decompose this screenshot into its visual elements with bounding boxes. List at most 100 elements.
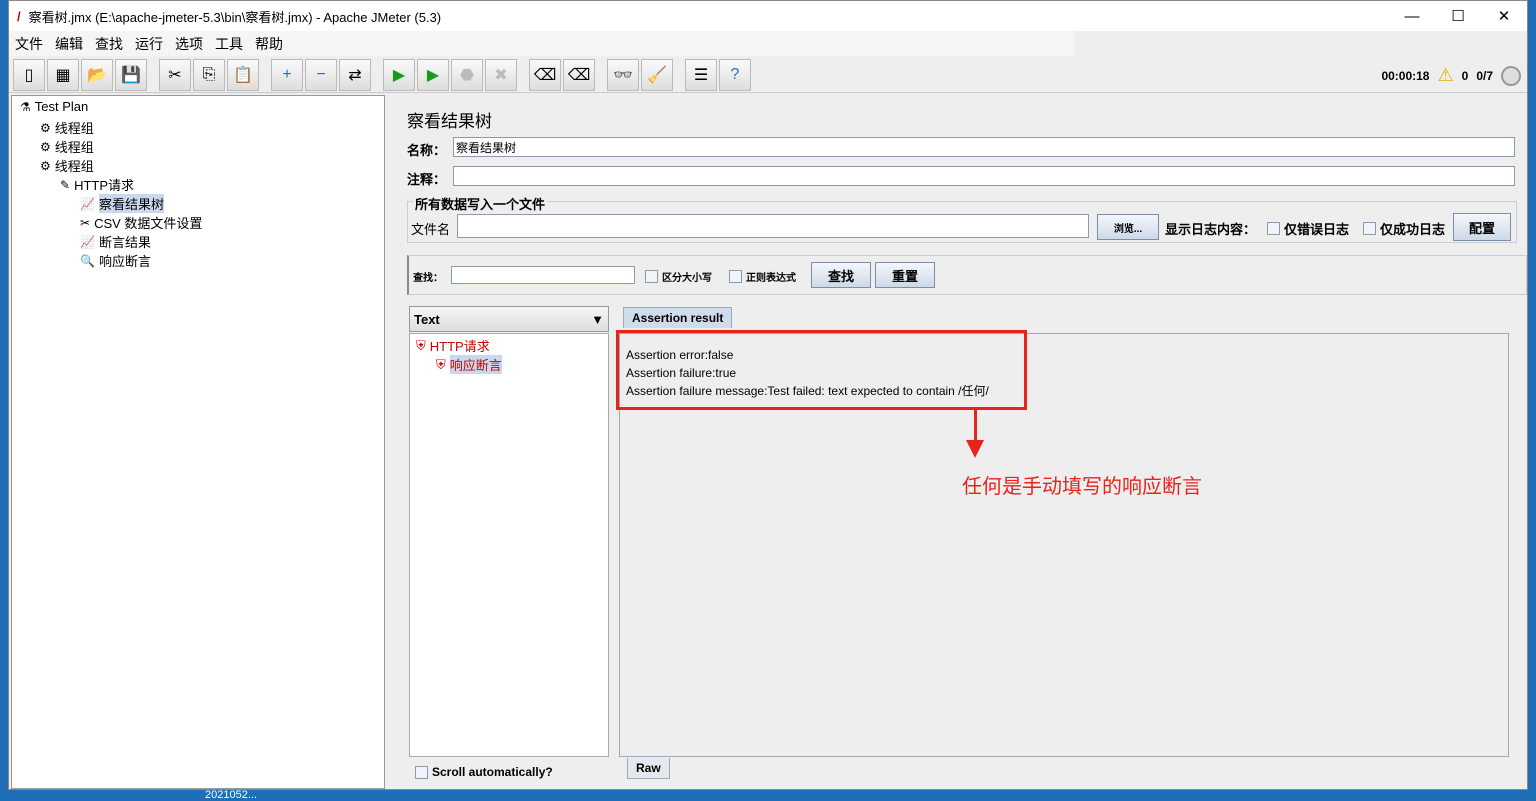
menu-2[interactable]: 查找: [89, 34, 129, 54]
tab-assertion-result[interactable]: Assertion result: [623, 307, 733, 328]
case-sensitive-checkbox[interactable]: 区分大小写: [645, 269, 712, 284]
configure-button[interactable]: 配置: [1453, 213, 1511, 241]
failed-sample-icon: ⛨: [436, 356, 446, 372]
new-icon[interactable]: ▯: [13, 58, 45, 91]
result-node-label: 响应断言: [449, 355, 502, 374]
start-no-pause-icon[interactable]: ▶: [417, 58, 449, 91]
success-only-label: 仅成功日志: [1380, 222, 1446, 237]
window-title: 察看树.jmx (E:\apache-jmeter-5.3\bin\察看树.jm…: [28, 9, 442, 25]
comment-label: 注释：: [407, 172, 447, 187]
menu-5[interactable]: 工具: [209, 34, 249, 54]
tree-node-label: 线程组: [54, 121, 94, 136]
tree-node-label: 线程组: [54, 159, 94, 174]
toolbar: ▯ ▦ 📂 💾 ✂ ⎘ 📋 + − ⇄ ▶ ▶ ⬣ ✖ ⌫ ⌫ 👓 🧹 ☰? 00:00:18 ⚠ 0 0/7: [9, 57, 1527, 93]
thread-count: 0/7: [1476, 68, 1493, 83]
tree-node-label: 察看结果树: [98, 194, 164, 213]
thread-group-icon: ⚙: [40, 120, 51, 135]
tree-node-label: 响应断言: [98, 254, 151, 269]
shutdown-icon[interactable]: ✖: [485, 58, 517, 91]
clear-icon[interactable]: ⌫: [529, 58, 561, 91]
toggle-icon[interactable]: ⇄: [339, 58, 371, 91]
function-helper-icon[interactable]: ☰: [685, 58, 717, 91]
filename-input[interactable]: [457, 214, 1089, 238]
search-input[interactable]: [451, 266, 635, 284]
failed-sample-icon: ⛨: [416, 337, 426, 353]
tree-node[interactable]: ⚙ 线程组: [40, 118, 94, 137]
menu-1[interactable]: 编辑: [49, 34, 89, 54]
result-node[interactable]: ⛨ 响应断言: [436, 355, 502, 374]
help-icon[interactable]: ?: [719, 58, 751, 91]
results-tree: ⛨ HTTP请求 ⛨ 响应断言: [409, 333, 609, 757]
close-button[interactable]: ✕: [1481, 1, 1527, 31]
cut-icon[interactable]: ✂: [159, 58, 191, 91]
menu-bar: 文件 编辑 查找 运行 选项 工具 帮助: [9, 31, 1075, 56]
search-icon[interactable]: 👓: [607, 58, 639, 91]
thread-group-icon: ⚙: [40, 139, 51, 154]
templates-icon[interactable]: ▦: [47, 58, 79, 91]
warning-icon[interactable]: ⚠: [1437, 65, 1453, 86]
jmeter-logo-icon: /: [17, 8, 21, 24]
desktop-label: 2021052...: [205, 789, 257, 801]
success-only-checkbox[interactable]: 仅成功日志: [1363, 219, 1445, 238]
tree-node-label: Test Plan: [34, 99, 89, 114]
errors-only-checkbox[interactable]: 仅错误日志: [1267, 219, 1349, 238]
menu-3[interactable]: 运行: [129, 34, 169, 54]
copy-icon[interactable]: ⎘: [193, 58, 225, 91]
result-node[interactable]: ⛨ HTTP请求: [416, 336, 490, 355]
tree-node[interactable]: ✎ HTTP请求: [60, 175, 134, 194]
view-results-tree-panel: 察看结果树 名称： 注释： 所有数据写入一个文件 文件名 浏览... 显示日志内…: [397, 95, 1527, 789]
annotation-arrow-head: [966, 440, 984, 458]
menu-6[interactable]: 帮助: [249, 34, 289, 54]
renderer-select[interactable]: Text ▼: [409, 306, 609, 332]
renderer-value: Text: [414, 311, 440, 327]
tab-raw[interactable]: Raw: [627, 758, 670, 779]
test-plan-icon: ⚗: [20, 99, 31, 114]
tree-node-label: 断言结果: [98, 235, 151, 250]
expand-icon[interactable]: +: [271, 58, 303, 91]
tree-node[interactable]: 🔍 响应断言: [80, 251, 151, 270]
tree-node[interactable]: ⚙ 线程组: [40, 156, 94, 175]
open-icon[interactable]: 📂: [81, 58, 113, 91]
scroll-auto-checkbox[interactable]: Scroll automatically?: [415, 765, 553, 779]
assertion-icon: 🔍: [80, 253, 95, 268]
chevron-down-icon: ▼: [591, 311, 604, 327]
regex-label: 正则表达式: [746, 273, 796, 284]
stop-icon[interactable]: ⬣: [451, 58, 483, 91]
browse-button[interactable]: 浏览...: [1097, 214, 1159, 240]
clear-all-icon[interactable]: ⌫: [563, 58, 595, 91]
errors-only-label: 仅错误日志: [1284, 222, 1350, 237]
test-plan-tree: ⚗ Test Plan ⚙ 线程组 ⚙ 线程组 ⚙ 线程组 ✎ HTTP请求 📈 察看结果树 ✂ CSV …: [11, 95, 385, 789]
name-input[interactable]: [453, 137, 1515, 157]
tree-node[interactable]: ✂ CSV 数据文件设置: [80, 213, 202, 232]
menu-4[interactable]: 选项: [169, 34, 209, 54]
tree-node-label: 线程组: [54, 140, 94, 155]
find-button[interactable]: 查找: [811, 262, 871, 288]
filename-label: 文件名: [411, 222, 451, 237]
reset-button[interactable]: 重置: [875, 262, 935, 288]
panel-title: 察看结果树: [407, 112, 492, 131]
comment-input[interactable]: [453, 166, 1515, 186]
menu-0[interactable]: 文件: [9, 34, 49, 54]
start-icon[interactable]: ▶: [383, 58, 415, 91]
collapse-icon[interactable]: −: [305, 58, 337, 91]
scroll-auto-label: Scroll automatically?: [432, 765, 553, 779]
elapsed-time: 00:00:18: [1381, 68, 1430, 83]
minimize-button[interactable]: —: [1389, 1, 1435, 31]
save-icon[interactable]: 💾: [115, 58, 147, 91]
listener-icon: 📈: [80, 196, 95, 211]
paste-icon[interactable]: 📋: [227, 58, 259, 91]
csv-config-icon: ✂: [80, 215, 91, 230]
maximize-button[interactable]: ☐: [1435, 1, 1481, 31]
tree-node[interactable]: 📈 察看结果树: [80, 194, 164, 213]
tree-node[interactable]: 📈 断言结果: [80, 232, 151, 251]
tree-node[interactable]: ⚗ Test Plan: [20, 99, 88, 114]
title-bar: / 察看树.jmx (E:\apache-jmeter-5.3\bin\察看树.…: [9, 1, 1527, 31]
regex-checkbox[interactable]: 正则表达式: [729, 269, 796, 284]
tree-node[interactable]: ⚙ 线程组: [40, 137, 94, 156]
remote-status-icon: [1501, 65, 1521, 86]
reset-search-icon[interactable]: 🧹: [641, 58, 673, 91]
result-node-label: HTTP请求: [429, 339, 490, 354]
log-label: 显示日志内容：: [1165, 222, 1257, 237]
warning-count: 0: [1461, 68, 1469, 83]
tree-node-label: CSV 数据文件设置: [94, 216, 203, 231]
